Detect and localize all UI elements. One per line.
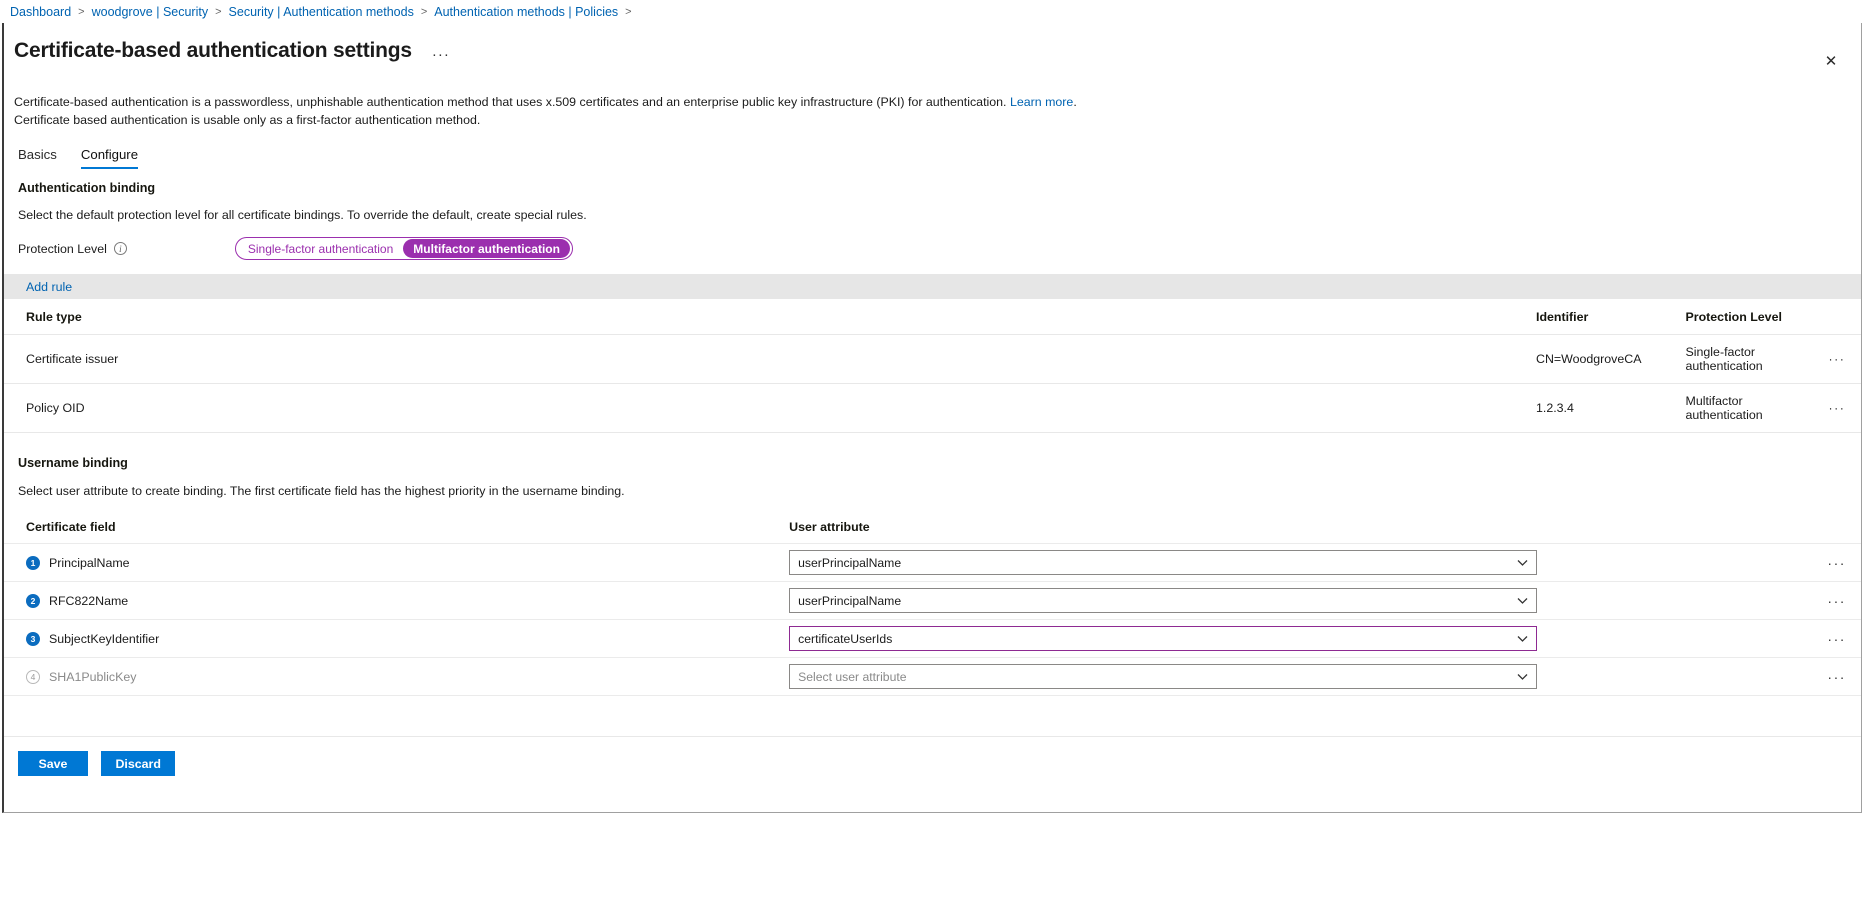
save-button[interactable]: Save: [18, 751, 88, 776]
chevron-down-icon: [1517, 559, 1528, 566]
chevron-down-icon: [1517, 635, 1528, 642]
rule-type-cell: Policy OID: [4, 383, 1514, 434]
row-context-menu-icon[interactable]: ···: [1812, 581, 1861, 621]
description-line1: Certificate-based authentication is a pa…: [14, 95, 1010, 109]
close-icon[interactable]: ✕: [1817, 47, 1845, 75]
protection-level-label: Protection Level: [18, 241, 107, 256]
rules-column-header: Rule type: [4, 299, 1514, 336]
row-context-menu-icon[interactable]: ···: [1813, 334, 1861, 385]
add-rule-button[interactable]: Add rule: [26, 280, 72, 294]
protection-option-selected[interactable]: Multifactor authentication: [403, 239, 570, 259]
row-context-menu-icon[interactable]: ···: [1812, 657, 1861, 697]
user-attribute-dropdown[interactable]: certificateUserIds: [789, 626, 1538, 652]
breadcrumb-item-2[interactable]: Security | Authentication methods: [229, 5, 414, 19]
certificate-field-cell: 1 PrincipalName: [4, 543, 790, 583]
user-attribute-cell: Select user attribute: [789, 657, 1813, 697]
description-text: Certificate-based authentication is a pa…: [4, 69, 1861, 129]
rules-table: Rule type Identifier Protection Level Cert…: [4, 299, 1861, 434]
certificate-field-cell: 4 SHA1PublicKey: [4, 657, 790, 697]
chevron-down-icon: [1517, 597, 1528, 604]
rules-table-header-row: Rule type Identifier Protection Level: [4, 299, 1861, 336]
username-binding-table: Certificate field User attribute 1 Princip…: [4, 520, 1861, 697]
username-binding-subtext: Select user attribute to create binding.…: [18, 484, 625, 499]
list-item: 2 RFC822Name userPrincipalName ···: [4, 581, 1861, 621]
user-attribute-value: userPrincipalName: [798, 593, 902, 608]
identifier-cell: 1.2.3.4: [1514, 383, 1664, 434]
chevron-down-icon: [1517, 673, 1528, 680]
priority-badge: 3: [26, 631, 40, 646]
user-attribute-value: Select user attribute: [798, 669, 907, 684]
binding-table-header-row: Certificate field User attribute: [4, 520, 1861, 545]
user-attribute-cell: userPrincipalName: [789, 543, 1813, 583]
breadcrumb-separator: >: [78, 5, 85, 18]
rules-column-header: Identifier: [1514, 299, 1664, 336]
certificate-field-cell: 3 SubjectKeyIdentifier: [4, 619, 790, 659]
list-item: 4 SHA1PublicKey Select user attribute ···: [4, 657, 1861, 697]
certificate-field-label: RFC822Name: [49, 593, 129, 608]
binding-column-header-actions: [1812, 520, 1861, 545]
row-context-menu-icon[interactable]: ···: [1812, 619, 1861, 659]
priority-badge: 1: [26, 555, 40, 570]
tab-basics[interactable]: Basics: [18, 147, 57, 169]
table-row: Policy OID 1.2.3.4 Multifactor authenticat…: [4, 383, 1861, 434]
certificate-field-cell: 2 RFC822Name: [4, 581, 790, 621]
protection-level-cell: Multifactor authentication: [1663, 383, 1813, 434]
footer-actions: Save Discard: [4, 736, 1861, 812]
breadcrumb: Dashboard > woodgrove | Security > Security …: [0, 0, 1864, 23]
discard-button[interactable]: Discard: [101, 751, 175, 776]
table-row: Certificate issuer CN=WoodgroveCA Single-f…: [4, 334, 1861, 385]
user-attribute-cell: userPrincipalName: [789, 581, 1813, 621]
tab-list: Basics Configure: [4, 129, 1861, 170]
blade-header: Certificate-based authentication setting…: [4, 23, 1861, 69]
user-attribute-dropdown[interactable]: Select user attribute: [789, 664, 1538, 690]
learn-more-link[interactable]: Learn more: [1010, 95, 1073, 109]
user-attribute-value: certificateUserIds: [798, 631, 893, 646]
row-context-menu-icon[interactable]: ···: [1812, 543, 1861, 583]
binding-column-header: User attribute: [789, 520, 1813, 545]
authentication-binding-heading: Authentication binding: [18, 181, 156, 196]
user-attribute-value: userPrincipalName: [798, 555, 902, 570]
user-attribute-cell: certificateUserIds: [789, 619, 1813, 659]
protection-level-row: Protection Level i Single-factor authent…: [4, 222, 1861, 261]
priority-badge: 2: [26, 593, 40, 608]
breadcrumb-separator: >: [215, 5, 222, 18]
description-line2: Certificate based authentication is usab…: [14, 112, 481, 127]
breadcrumb-separator: >: [420, 5, 428, 18]
row-context-menu-icon[interactable]: ···: [1813, 383, 1861, 434]
blade-panel: Certificate-based authentication setting…: [2, 23, 1862, 813]
priority-badge: 4: [26, 669, 40, 684]
user-attribute-dropdown[interactable]: userPrincipalName: [789, 588, 1538, 614]
breadcrumb-item-3[interactable]: Authentication methods | Policies: [434, 5, 618, 19]
list-item: 3 SubjectKeyIdentifier certificateUserIds ·…: [4, 619, 1861, 659]
page-title: Certificate-based authentication setting…: [14, 39, 412, 62]
rules-column-header: Protection Level: [1663, 299, 1813, 336]
breadcrumb-item-0[interactable]: Dashboard: [10, 5, 71, 19]
certificate-field-label: SubjectKeyIdentifier: [49, 631, 160, 646]
binding-column-header: Certificate field: [4, 520, 790, 545]
breadcrumb-item-1[interactable]: woodgrove | Security: [92, 5, 209, 19]
description-line1-end: .: [1073, 95, 1077, 109]
tab-configure[interactable]: Configure: [80, 147, 139, 170]
rules-column-header-actions: [1813, 299, 1861, 336]
breadcrumb-separator: >: [625, 5, 632, 18]
identifier-cell: CN=WoodgroveCA: [1514, 334, 1664, 385]
info-icon[interactable]: i: [113, 242, 127, 256]
certificate-field-label: SHA1PublicKey: [49, 669, 137, 684]
protection-option-unselected[interactable]: Single-factor authentication: [238, 239, 403, 258]
protection-level-toggle[interactable]: Single-factor authentication Multifactor …: [234, 237, 573, 261]
username-binding-heading: Username binding: [18, 456, 128, 471]
certificate-field-label: PrincipalName: [49, 555, 130, 570]
authentication-binding-subtext: Select the default protection level for …: [18, 208, 587, 223]
user-attribute-dropdown[interactable]: userPrincipalName: [789, 550, 1538, 576]
rule-type-cell: Certificate issuer: [4, 334, 1514, 385]
protection-level-cell: Single-factor authentication: [1663, 334, 1813, 385]
rules-toolbar: Add rule: [4, 274, 1861, 300]
list-item: 1 PrincipalName userPrincipalName ···: [4, 543, 1861, 583]
more-options-icon[interactable]: ···: [426, 44, 456, 65]
